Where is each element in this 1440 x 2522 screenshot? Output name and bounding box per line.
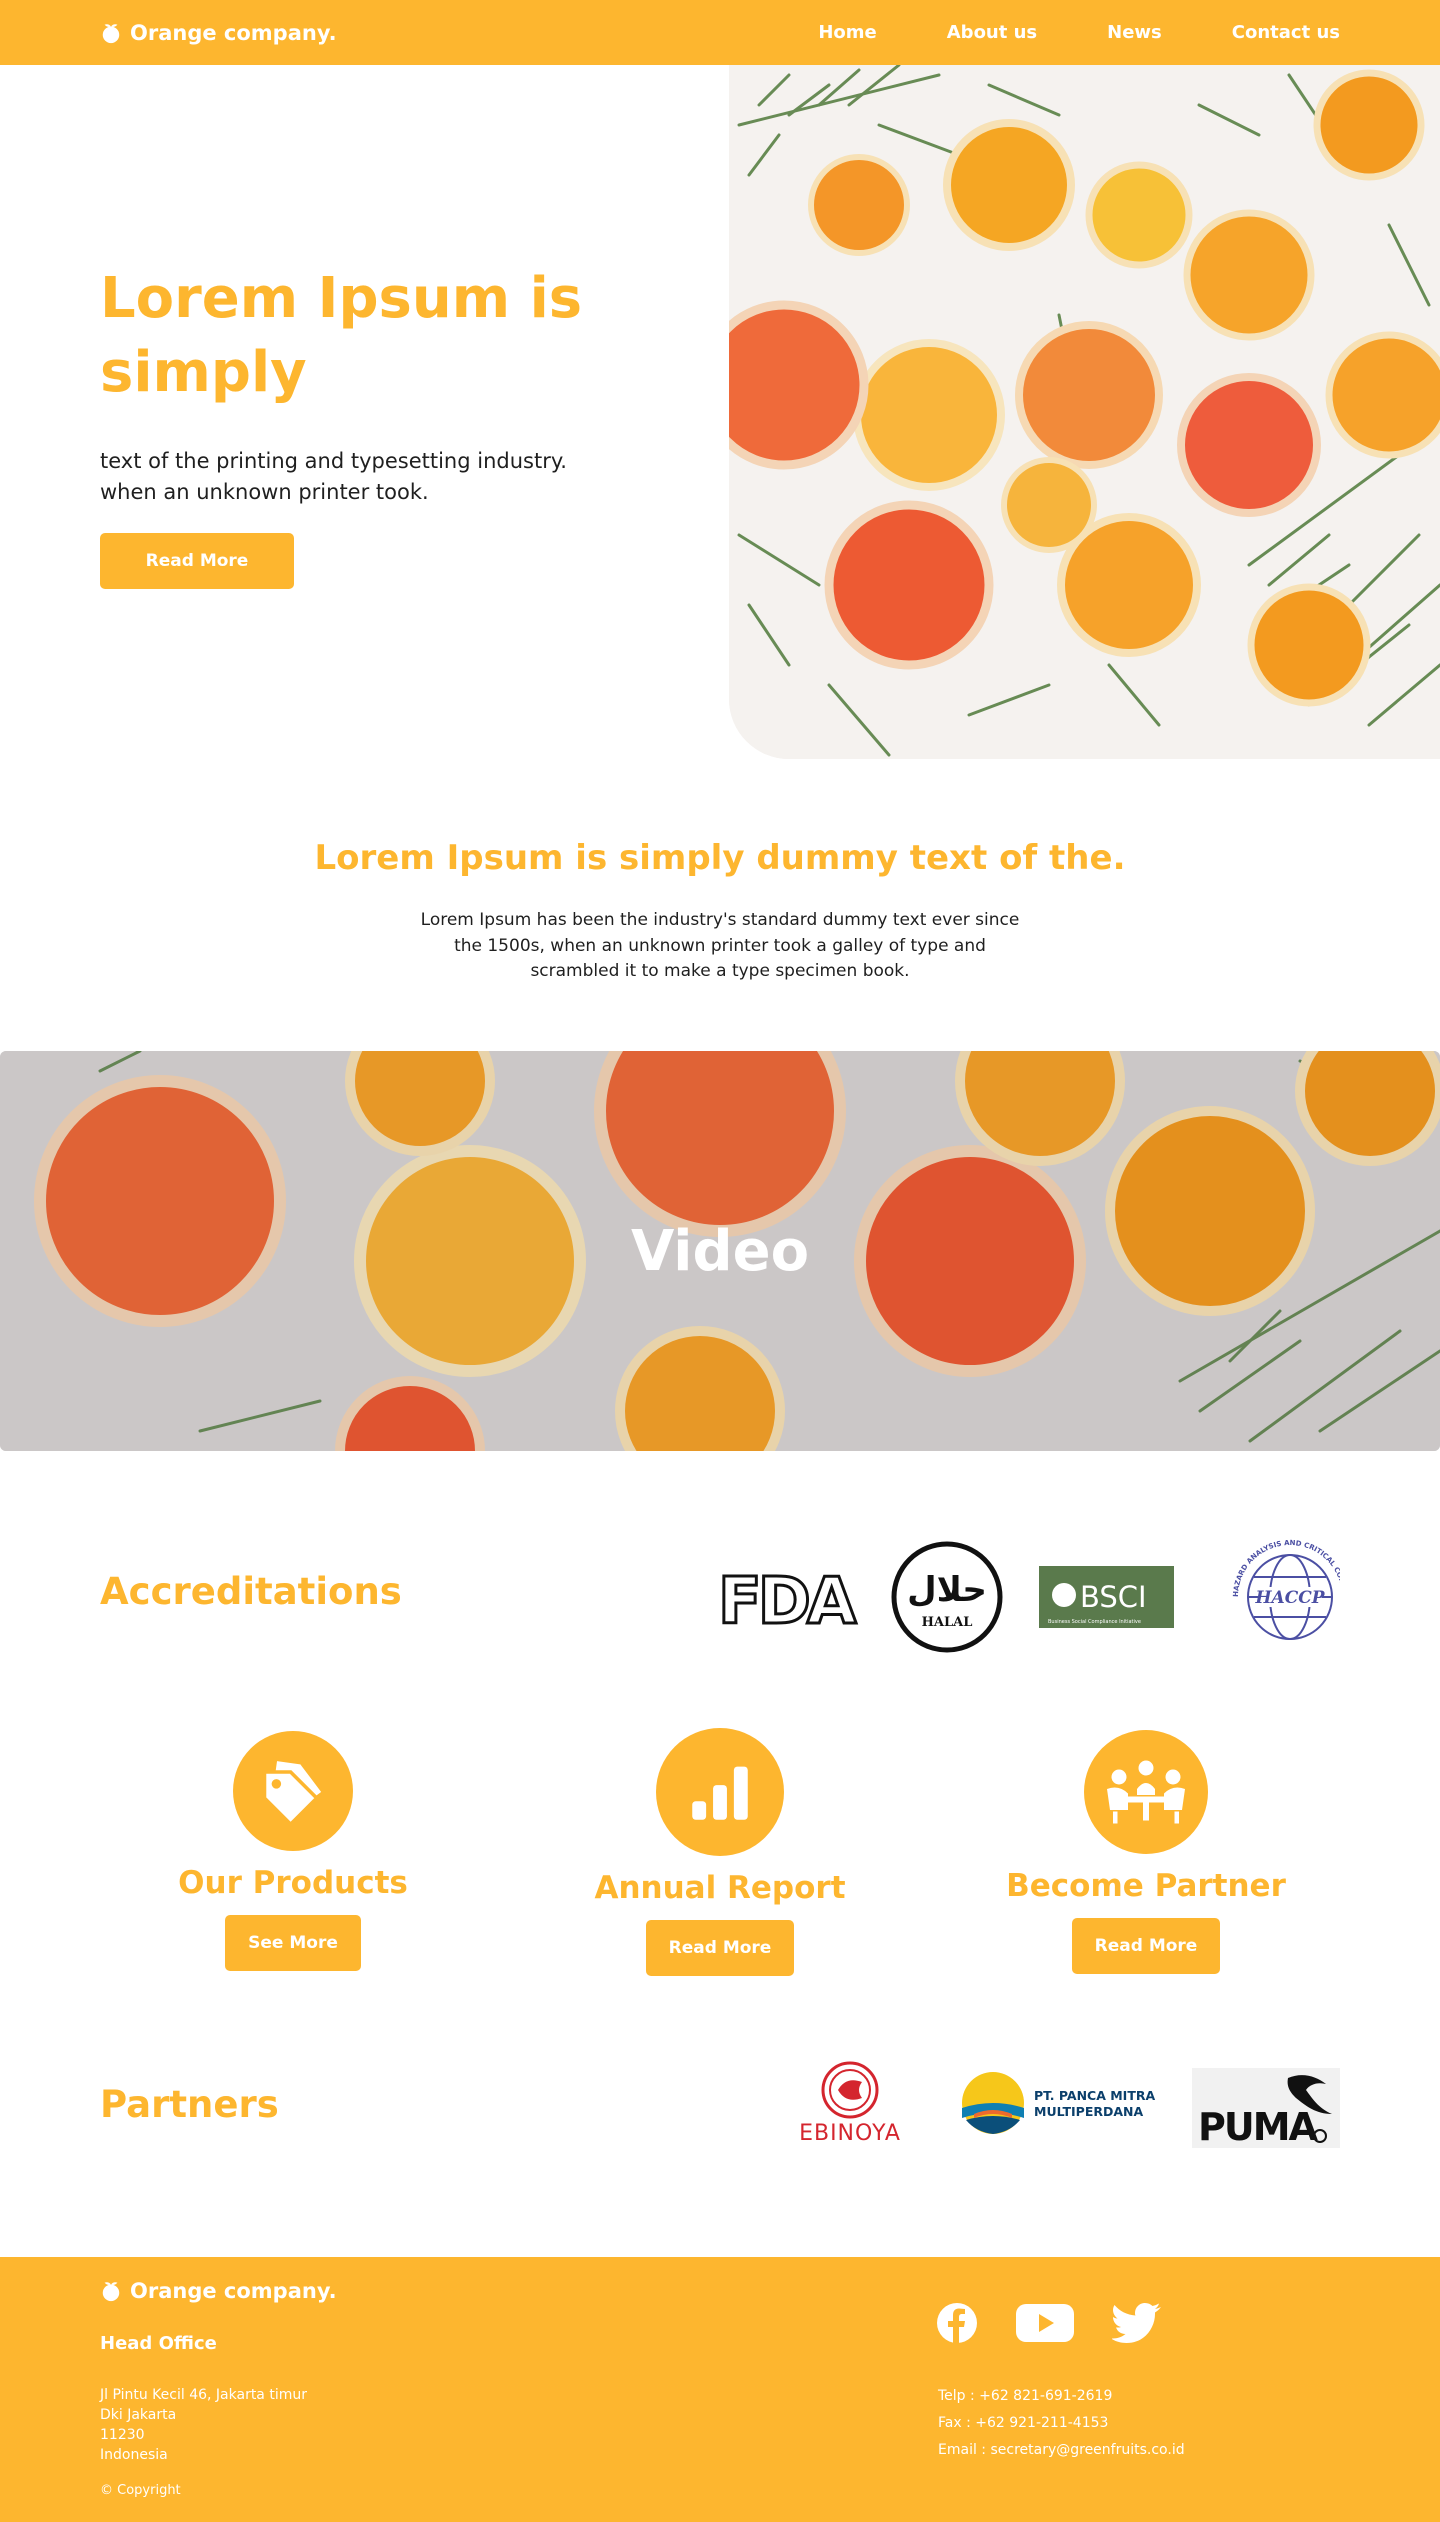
panca-mitra-line-1: PT. PANCA MITRA bbox=[1034, 2088, 1155, 2103]
hero-section: Lorem Ipsum is simply text of the printi… bbox=[100, 262, 660, 589]
halal-text: HALAL bbox=[922, 1615, 973, 1630]
feature-title-our-products: Our Products bbox=[178, 1865, 408, 1901]
see-more-button[interactable]: See More bbox=[225, 1915, 361, 1971]
facebook-icon[interactable] bbox=[936, 2302, 978, 2344]
price-tag-icon bbox=[233, 1731, 353, 1851]
fda-logo: FDA bbox=[717, 1564, 863, 1641]
brand-logo-link[interactable]: Orange company. bbox=[100, 0, 337, 65]
hero-subtitle-line-1: text of the printing and typesetting ind… bbox=[100, 448, 567, 473]
become-partner-read-more-button[interactable]: Read More bbox=[1072, 1918, 1220, 1974]
ebinoya-logo: EBINOYA bbox=[786, 2060, 916, 2146]
nav-link-contact-us[interactable]: Contact us bbox=[1232, 22, 1340, 43]
feature-annual-report: Annual Report Read More bbox=[570, 1728, 870, 1976]
footer-fax: Fax : +62 921-211-4153 bbox=[938, 2415, 1109, 2431]
fda-text: FDA bbox=[718, 1565, 857, 1639]
address-line-4: Indonesia bbox=[100, 2447, 168, 2463]
hero-subtitle: text of the printing and typesetting ind… bbox=[100, 446, 660, 509]
hero-dried-oranges-image bbox=[729, 65, 1440, 759]
nav-menu: Home About us News Contact us bbox=[818, 0, 1340, 65]
video-label: Video bbox=[630, 1218, 810, 1284]
accreditation-logos: FDA حلال HALAL BSCI Business Social Comp… bbox=[715, 1529, 1348, 1660]
hero-title: Lorem Ipsum is simply bbox=[100, 266, 583, 405]
feature-title-annual-report: Annual Report bbox=[594, 1870, 846, 1906]
feature-title-become-partner: Become Partner bbox=[1006, 1868, 1286, 1904]
nav-link-home[interactable]: Home bbox=[818, 22, 876, 43]
footer-telp: Telp : +62 821-691-2619 bbox=[938, 2388, 1113, 2404]
puma-text: PUMA bbox=[1198, 2105, 1319, 2148]
hero-read-more-button[interactable]: Read More bbox=[100, 532, 294, 589]
nav-link-about-us[interactable]: About us bbox=[947, 22, 1037, 43]
ebinoya-text: EBINOYA bbox=[799, 2121, 901, 2146]
address-line-2: Dki Jakarta bbox=[100, 2407, 177, 2423]
panca-mitra-line-2: MULTIPERDANA bbox=[1034, 2104, 1143, 2119]
footer-social-links bbox=[936, 2302, 1162, 2344]
bar-chart-icon bbox=[656, 1728, 784, 1856]
bsci-tagline: Business Social Compliance Initiative bbox=[1048, 1619, 1141, 1625]
annual-report-read-more-button[interactable]: Read More bbox=[646, 1920, 794, 1976]
bsci-text: BSCI bbox=[1080, 1580, 1147, 1614]
bsci-logo: BSCI Business Social Compliance Initiati… bbox=[1039, 1566, 1174, 1628]
footer-brand-link[interactable]: Orange company. bbox=[100, 2279, 337, 2303]
twitter-icon[interactable] bbox=[1112, 2302, 1162, 2344]
feature-our-products: Our Products See More bbox=[143, 1731, 443, 1971]
address-line-3: 11230 bbox=[100, 2427, 145, 2443]
footer-contact: Telp : +62 821-691-2619 Fax : +62 921-21… bbox=[938, 2383, 1185, 2464]
intro-title: Lorem Ipsum is simply dummy text of the. bbox=[314, 838, 1126, 878]
video-banner[interactable]: Video bbox=[0, 1051, 1440, 1451]
footer-head-office: Head Office bbox=[100, 2333, 217, 2354]
youtube-icon[interactable] bbox=[1016, 2302, 1074, 2344]
brand-name: Orange company. bbox=[130, 20, 337, 45]
top-navbar: Orange company. Home About us News Conta… bbox=[0, 0, 1440, 65]
meeting-people-icon bbox=[1084, 1730, 1208, 1854]
footer-copyright: © Copyright bbox=[100, 2483, 181, 2498]
intro-section: Lorem Ipsum is simply dummy text of the.… bbox=[0, 838, 1440, 985]
halal-logo: حلال HALAL bbox=[891, 1541, 1003, 1653]
address-line-1: Jl Pintu Kecil 46, Jakarta timur bbox=[100, 2387, 307, 2403]
puma-logo: PUMA bbox=[1192, 2068, 1340, 2149]
feature-become-partner: Become Partner Read More bbox=[996, 1730, 1296, 1974]
footer-email[interactable]: Email : secretary@greenfruits.co.id bbox=[938, 2437, 1185, 2464]
accreditations-title: Accreditations bbox=[100, 1570, 402, 1613]
nav-link-news[interactable]: News bbox=[1107, 22, 1162, 43]
hero-subtitle-line-2: when an unknown printer took. bbox=[100, 480, 429, 505]
panca-mitra-logo: PT. PANCA MITRA MULTIPERDANA bbox=[960, 2070, 1160, 2140]
footer-brand-name: Orange company. bbox=[130, 2279, 337, 2303]
orange-fruit-icon bbox=[102, 23, 120, 43]
intro-text: Lorem Ipsum has been the industry's stan… bbox=[420, 910, 1020, 981]
orange-fruit-icon bbox=[102, 2282, 120, 2302]
partners-title: Partners bbox=[100, 2083, 279, 2126]
footer: Orange company. Head Office Jl Pintu Kec… bbox=[0, 2257, 1440, 2522]
halal-arabic-text: حلال bbox=[907, 1570, 987, 1610]
haccp-text: HACCP bbox=[1254, 1588, 1325, 1608]
footer-address: Jl Pintu Kecil 46, Jakarta timur Dki Jak… bbox=[100, 2385, 307, 2465]
